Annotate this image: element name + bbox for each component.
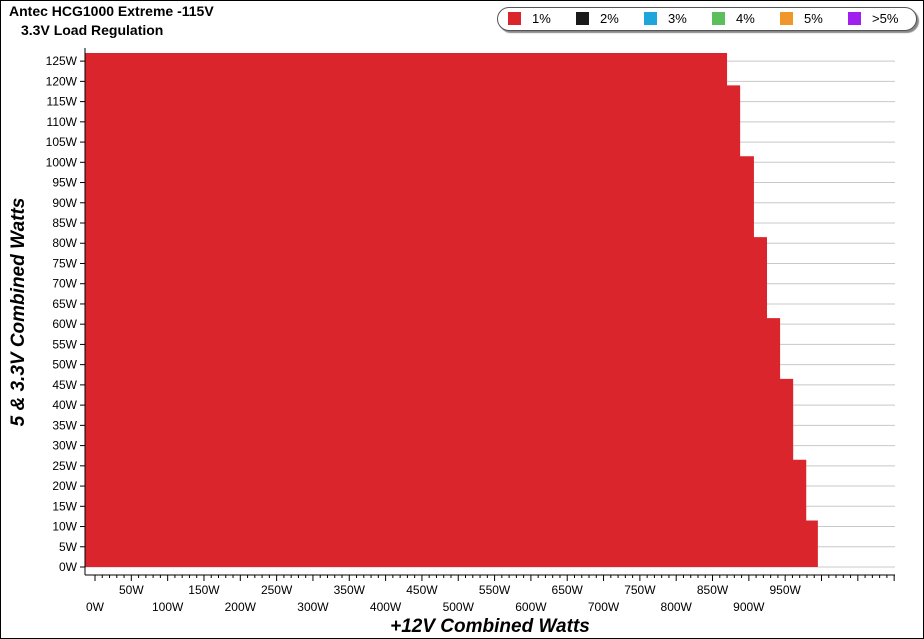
x-tick-label: 0W	[86, 600, 105, 614]
x-tick-label: 650W	[552, 583, 584, 597]
x-tick-label: 300W	[297, 600, 329, 614]
series-area-1pct	[85, 53, 818, 567]
x-tick-label: 800W	[661, 600, 693, 614]
y-tick-label: 125W	[46, 54, 78, 68]
chart-plot: 0W 5W 10W 15W 20W 25W 30W 35W 40W 45W 50W 55W 60W 65W…	[8, 48, 895, 637]
y-axis-title: 5 & 3.3V Combined Watts	[8, 198, 29, 427]
y-tick-label: 80W	[52, 236, 77, 250]
x-tick-label: 700W	[588, 600, 620, 614]
x-tick-label: 100W	[152, 600, 184, 614]
x-tick-label: 550W	[479, 583, 511, 597]
x-tick-label: 750W	[624, 583, 656, 597]
y-tick-label: 60W	[52, 317, 77, 331]
y-tick-label: 15W	[52, 499, 77, 513]
y-tick-label: 25W	[52, 459, 77, 473]
y-tick-label: 0W	[59, 560, 78, 574]
y-tick-label: 70W	[52, 277, 77, 291]
y-tick-label: 45W	[52, 378, 77, 392]
y-tick-label: 5W	[59, 540, 78, 554]
y-tick-label: 110W	[47, 115, 78, 129]
y-tick-label: 90W	[52, 196, 77, 210]
y-tick-label: 120W	[46, 74, 78, 88]
x-tick-label: 850W	[697, 583, 729, 597]
y-tick-label: 85W	[52, 216, 77, 230]
x-tick-label: 50W	[119, 583, 144, 597]
y-tick-label: 75W	[52, 256, 77, 270]
y-tick-label: 95W	[52, 176, 77, 190]
y-tick-label: 30W	[52, 439, 77, 453]
x-tick-label: 150W	[188, 583, 220, 597]
y-tick-label: 100W	[46, 155, 78, 169]
y-tick-label: 55W	[52, 337, 77, 351]
y-tick-label: 115W	[47, 95, 78, 109]
x-tick-label: 250W	[261, 583, 293, 597]
x-tick-label: 450W	[406, 583, 438, 597]
y-tick-label: 65W	[52, 297, 77, 311]
x-tick-label: 900W	[733, 600, 765, 614]
x-tick-label: 950W	[769, 583, 801, 597]
y-tick-label: 20W	[52, 479, 77, 493]
x-tick-label: 400W	[370, 600, 402, 614]
x-tick-label: 600W	[515, 600, 547, 614]
x-axis-title: +12V Combined Watts	[390, 616, 590, 637]
y-tick-label: 40W	[52, 398, 77, 412]
y-tick-label: 10W	[52, 520, 77, 534]
y-tick-label: 50W	[52, 358, 77, 372]
y-tick-label: 35W	[52, 418, 77, 432]
x-tick-label: 500W	[443, 600, 475, 614]
y-tick-label: 105W	[46, 135, 78, 149]
x-tick-label: 200W	[225, 600, 257, 614]
x-tick-label: 350W	[334, 583, 366, 597]
